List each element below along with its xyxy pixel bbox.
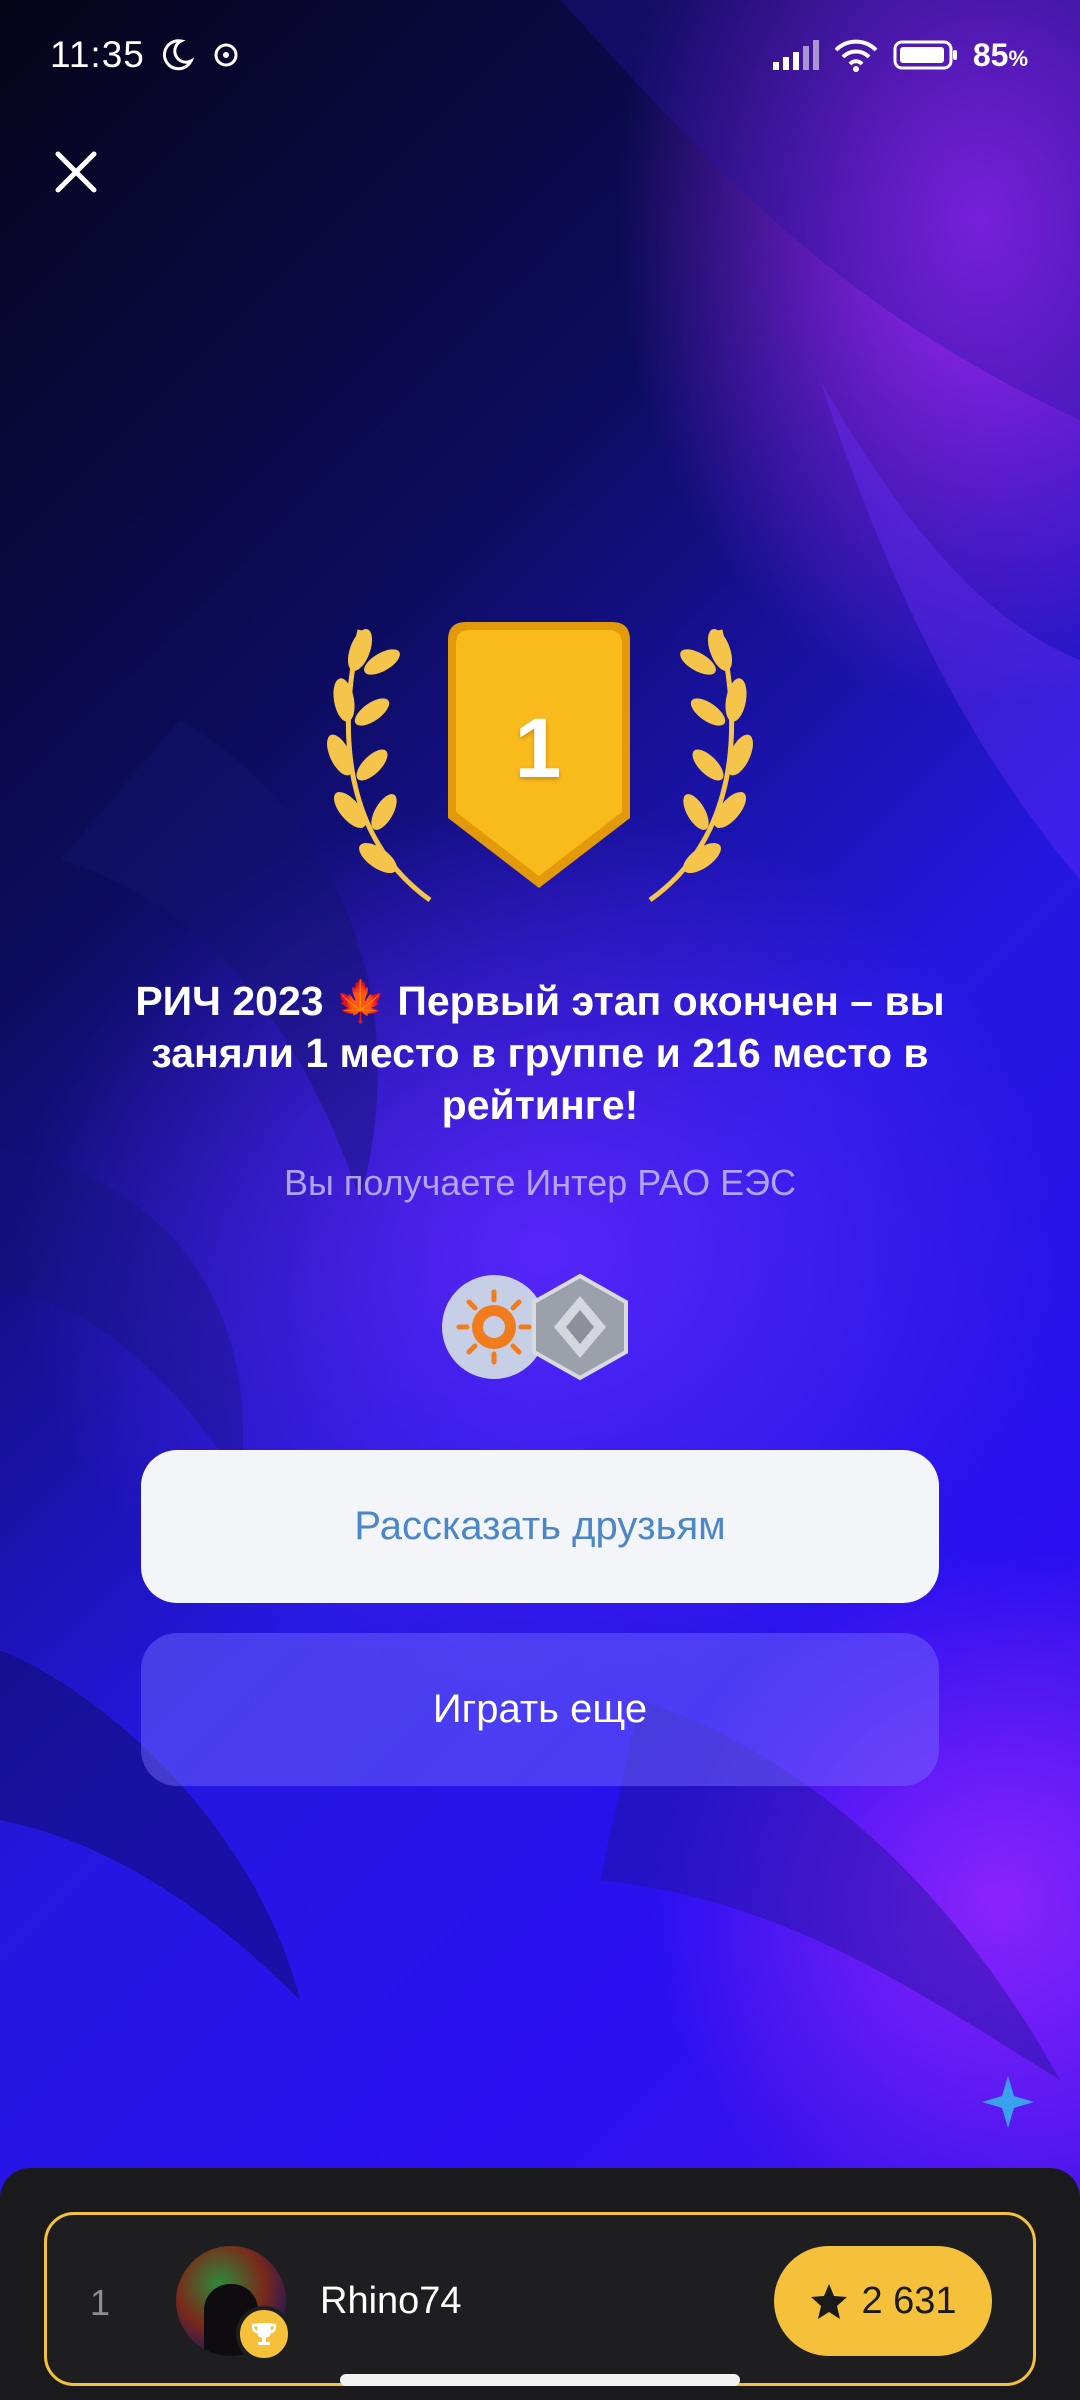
laurel-right-icon bbox=[648, 629, 753, 903]
status-time: 11:35 bbox=[50, 34, 145, 75]
status-left: 11:35 bbox=[50, 34, 243, 76]
result-subtitle: Вы получаете Интер РАО ЕЭС bbox=[284, 1162, 796, 1203]
trophy-icon bbox=[251, 2323, 277, 2345]
battery-icon bbox=[893, 40, 957, 70]
play-again-button[interactable]: Играть еще bbox=[141, 1633, 939, 1786]
leaderboard-rank: 1 bbox=[90, 2282, 111, 2323]
home-indicator[interactable] bbox=[340, 2374, 740, 2386]
score-badge: 2 631 bbox=[774, 2246, 992, 2356]
laurel-left-icon bbox=[327, 629, 432, 903]
company-logo-icon bbox=[442, 1275, 546, 1379]
sparkle-icon bbox=[982, 2076, 1034, 2128]
wifi-icon bbox=[834, 39, 878, 72]
status-right: 85% bbox=[771, 37, 1028, 74]
share-button[interactable]: Рассказать друзьям bbox=[141, 1450, 939, 1603]
username: Rhino74 bbox=[320, 2280, 462, 2322]
medal-place-number: 1 bbox=[514, 701, 562, 795]
status-bar: 11:35 85% bbox=[0, 0, 1080, 110]
moon-icon bbox=[162, 39, 195, 71]
battery-percent: 85% bbox=[972, 36, 1028, 73]
star-icon bbox=[811, 2284, 848, 2319]
result-title: РИЧ 2023 🍁 Первый этап окончен – вы заня… bbox=[135, 978, 945, 1128]
rewards-row bbox=[442, 1273, 628, 1381]
close-button[interactable] bbox=[44, 140, 108, 204]
score-value: 2 631 bbox=[861, 2279, 957, 2322]
signal-icon bbox=[772, 40, 819, 70]
rank-badge-icon bbox=[532, 1273, 628, 1381]
notification-icon bbox=[214, 43, 238, 67]
trophy-badge bbox=[236, 2306, 292, 2362]
close-icon bbox=[55, 151, 97, 193]
